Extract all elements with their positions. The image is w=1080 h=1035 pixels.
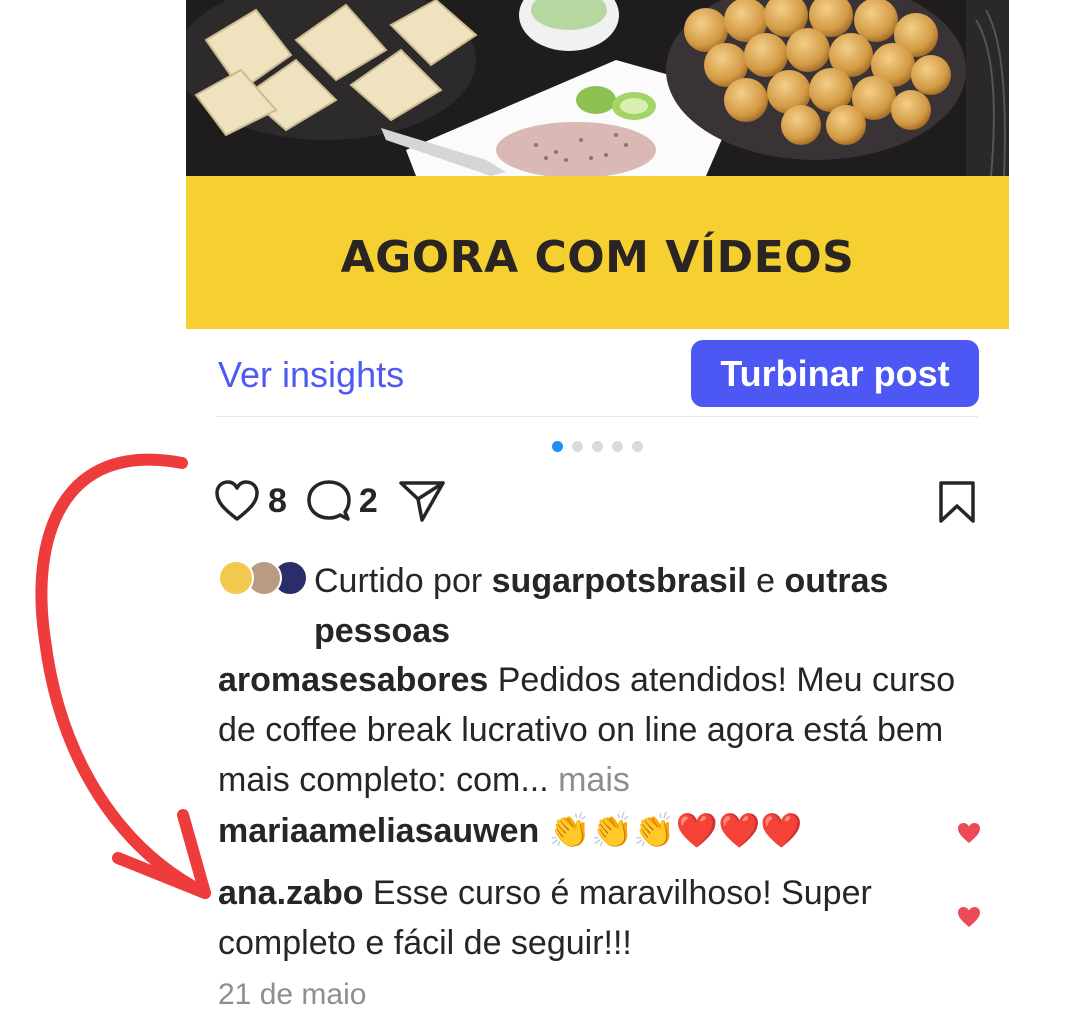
comment: mariaameliasauwen 👏👏👏❤️❤️❤️	[218, 806, 938, 856]
save-button[interactable]	[936, 480, 978, 529]
liked-by-text: Curtido por sugarpotsbrasil e outras pes…	[314, 556, 994, 656]
comment-icon	[307, 480, 351, 521]
liker-avatars[interactable]	[218, 560, 308, 596]
post-caption: aromasesabores Pedidos atendidos! Meu cu…	[218, 655, 988, 805]
carousel-dot	[632, 441, 643, 452]
comment-like-button[interactable]	[957, 822, 981, 849]
likes-count: 8	[268, 481, 287, 520]
share-button[interactable]	[398, 479, 446, 523]
share-icon	[399, 481, 445, 522]
carousel-dot	[612, 441, 623, 452]
caption-username[interactable]: aromasesabores	[218, 661, 488, 699]
boost-post-button[interactable]: Turbinar post	[691, 340, 979, 407]
liked-by-conjunction: e	[746, 562, 785, 600]
post-timestamp: 21 de maio	[218, 978, 367, 1011]
small-heart-icon	[958, 907, 980, 927]
heart-icon	[215, 480, 259, 521]
food-photo-art	[186, 0, 1009, 176]
like-button[interactable]	[214, 479, 260, 523]
bookmark-icon	[939, 481, 975, 523]
avatar	[218, 560, 254, 596]
comment: ana.zabo Esse curso é maravilhoso! Super…	[218, 868, 938, 968]
small-heart-icon	[958, 823, 980, 843]
banner-text: AGORA COM VÍDEOS	[340, 232, 855, 283]
post-image[interactable]: AGORA COM VÍDEOS	[186, 0, 1009, 329]
comment-username[interactable]: mariaameliasauwen	[218, 812, 539, 850]
liked-by-prefix: Curtido por	[314, 562, 492, 600]
carousel-dot-active	[552, 441, 563, 452]
comment-username[interactable]: ana.zabo	[218, 874, 363, 912]
comment-button[interactable]	[307, 479, 351, 523]
comment-like-button[interactable]	[957, 906, 981, 933]
carousel-dot	[592, 441, 603, 452]
carousel-dot	[572, 441, 583, 452]
comment-text: 👏👏👏❤️❤️❤️	[539, 812, 803, 850]
carousel-dots	[552, 441, 643, 452]
view-insights-link[interactable]: Ver insights	[218, 354, 404, 396]
liked-by-user[interactable]: sugarpotsbrasil	[492, 562, 747, 600]
caption-more-link[interactable]: mais	[549, 761, 630, 799]
divider	[216, 416, 978, 417]
post-actions: 8 2	[214, 478, 446, 524]
comments-count: 2	[358, 481, 378, 520]
food-photo	[186, 0, 1009, 176]
